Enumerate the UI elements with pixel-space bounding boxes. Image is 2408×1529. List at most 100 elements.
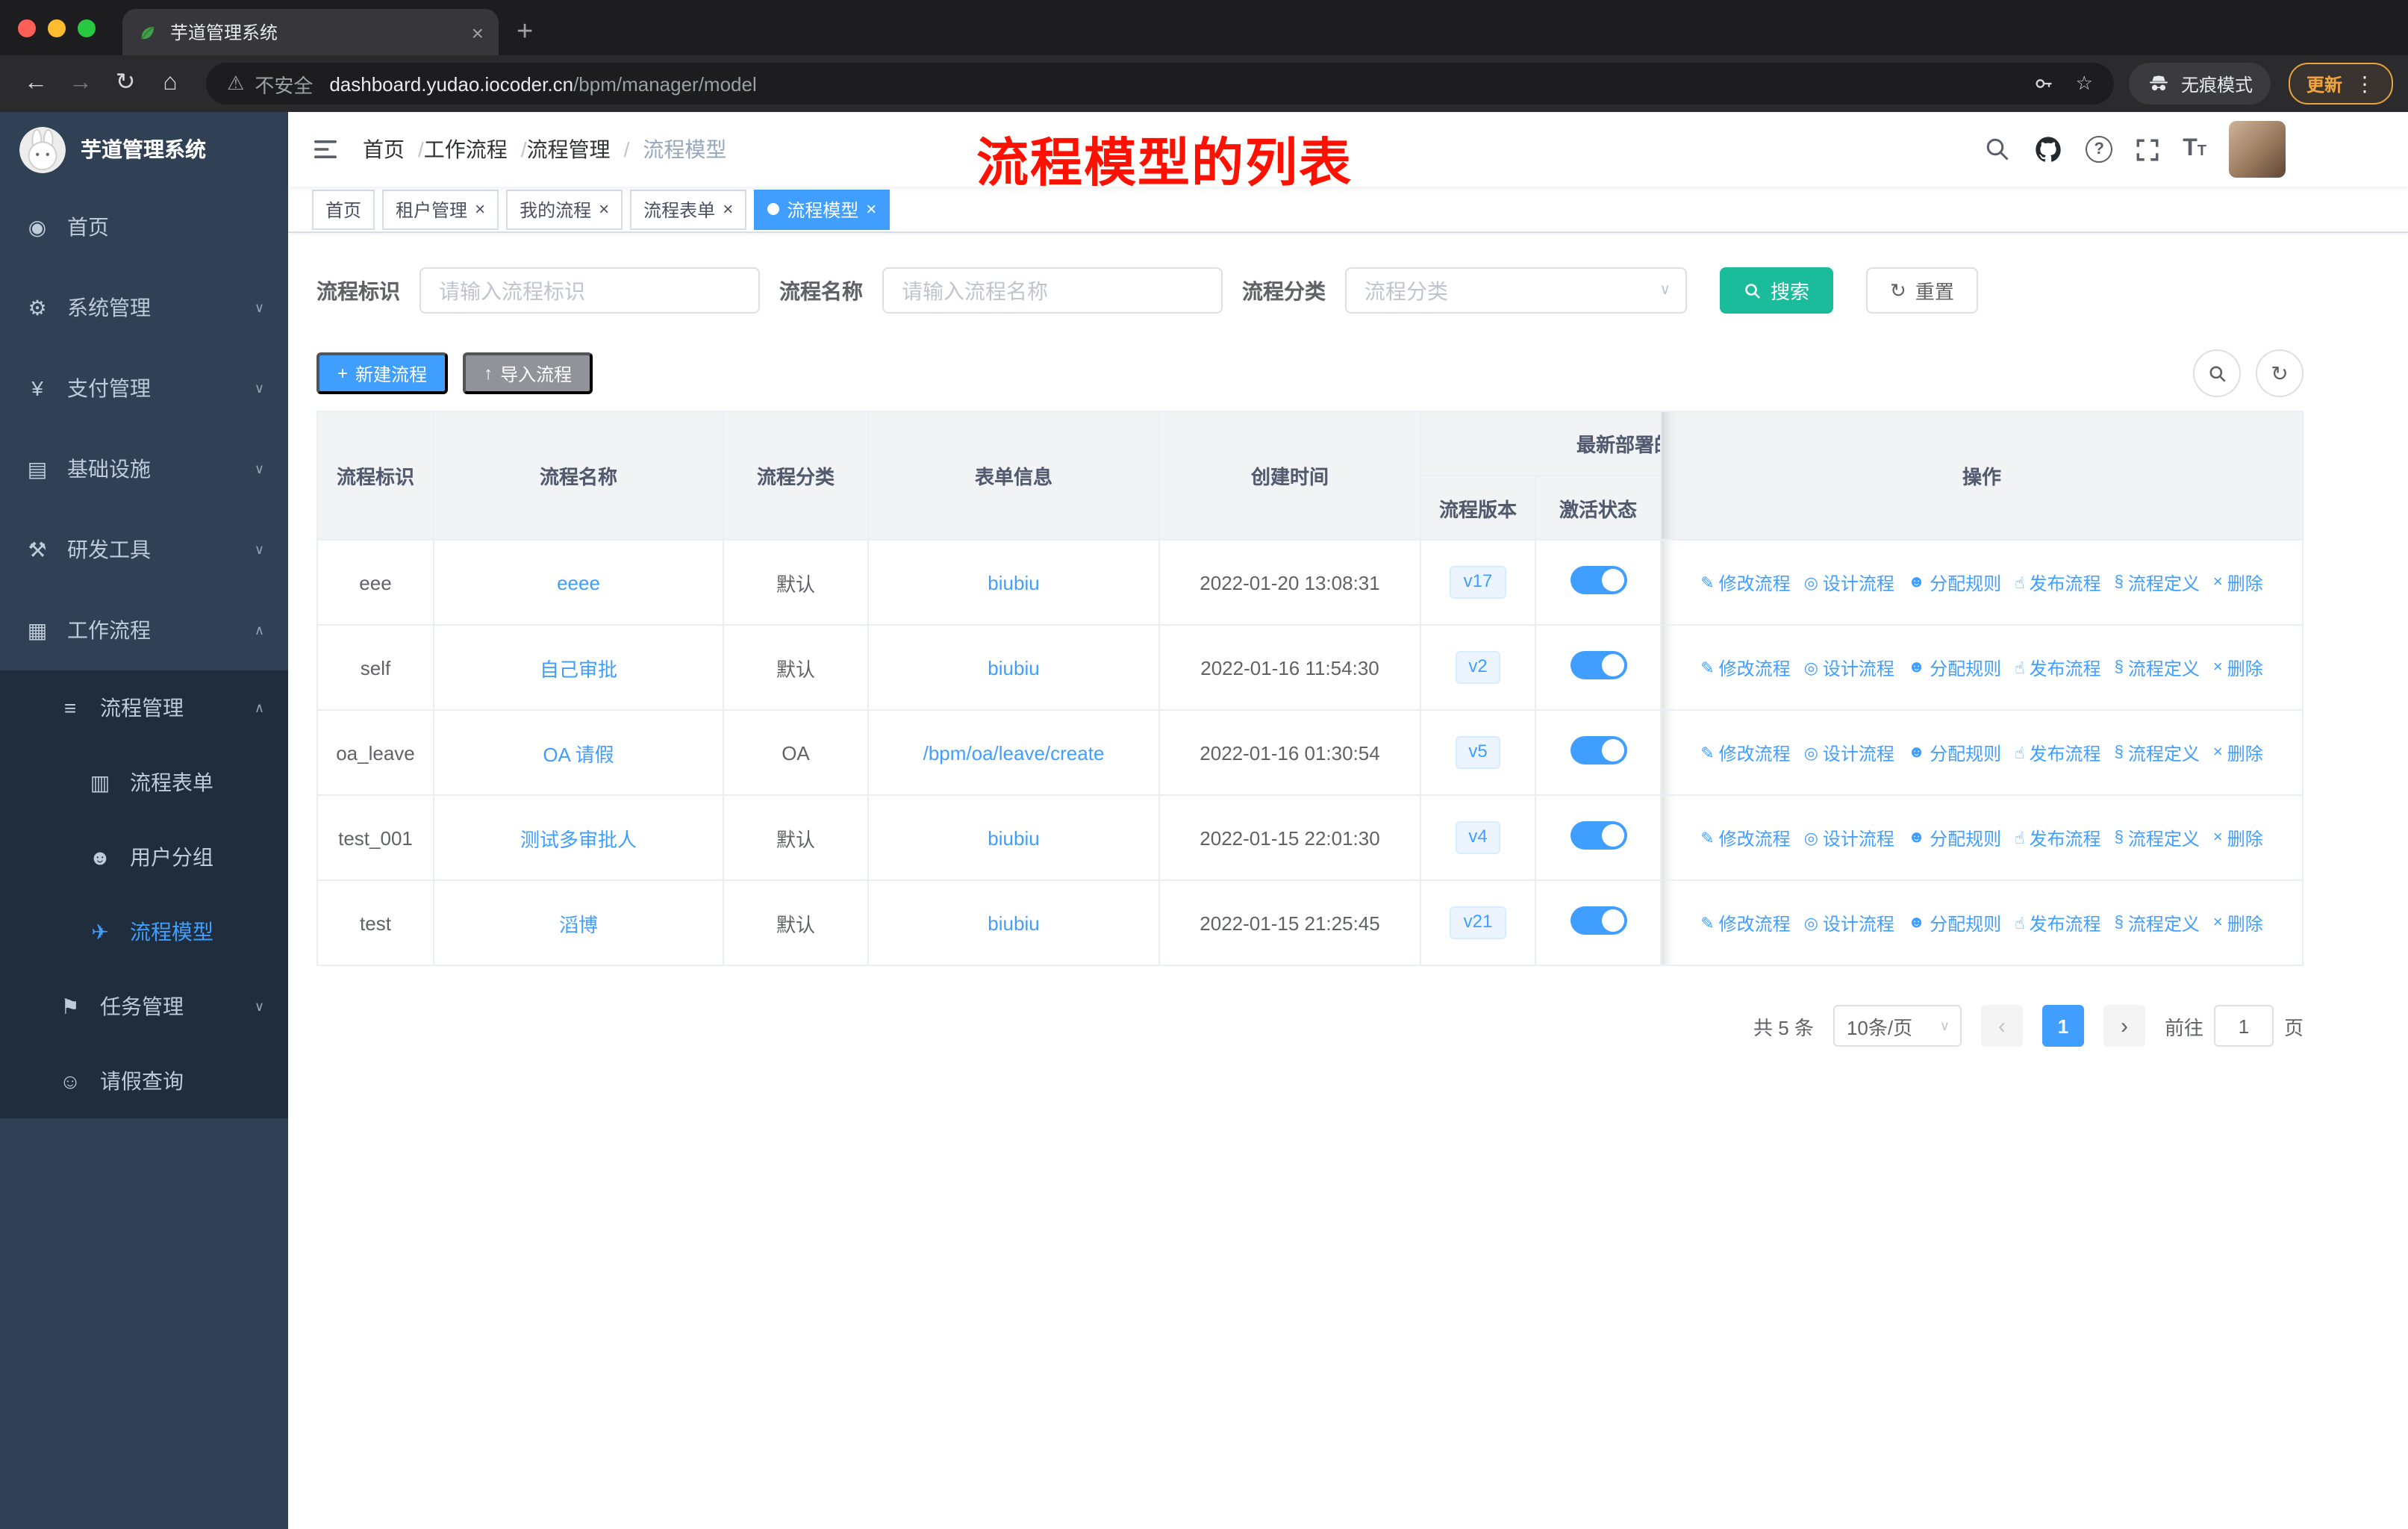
active-toggle[interactable] — [1570, 736, 1626, 764]
active-toggle[interactable] — [1570, 651, 1626, 679]
sidebar-item[interactable]: ◉ 首页 — [0, 187, 288, 267]
goto-page-input[interactable] — [2213, 1005, 2274, 1047]
sidebar-item[interactable]: ▦ 工作流程 ∧ — [0, 590, 288, 670]
sidebar-item[interactable]: ▤ 基础设施 ∨ — [0, 429, 288, 509]
toggle-search-button[interactable] — [2193, 349, 2241, 397]
sidebar-item-user-group[interactable]: ☻ 用户分组 — [0, 820, 288, 894]
form-info-link[interactable]: /bpm/oa/leave/create — [923, 741, 1105, 764]
sidebar-item[interactable]: ⚒ 研发工具 ∨ — [0, 509, 288, 590]
publish-flow-link[interactable]: ☝ 发布流程 — [2015, 825, 2100, 850]
design-flow-link[interactable]: ◎ 设计流程 — [1804, 910, 1894, 935]
browser-menu-icon[interactable]: ⋮ — [2354, 71, 2375, 96]
key-icon[interactable] — [2034, 73, 2055, 94]
new-tab-button[interactable]: + — [517, 18, 533, 46]
breadcrumb-link[interactable]: 首页 — [363, 134, 405, 164]
create-flow-button[interactable]: + 新建流程 — [316, 352, 449, 394]
tag-close-icon[interactable]: × — [723, 200, 733, 218]
home-icon[interactable]: ⌂ — [149, 71, 191, 96]
modify-flow-link[interactable]: ✎ 修改流程 — [1700, 825, 1790, 850]
publish-flow-link[interactable]: ☝ 发布流程 — [2015, 570, 2100, 595]
update-button[interactable]: 更新 ⋮ — [2288, 63, 2393, 105]
address-bar[interactable]: ⚠ 不安全 dashboard.yudao.iocoder.cn/bpm/man… — [206, 63, 2114, 105]
sidebar-item-process-management[interactable]: ≡ 流程管理 ∧ — [0, 670, 288, 745]
breadcrumb-link[interactable]: 工作流程 — [424, 134, 508, 164]
modify-flow-link[interactable]: ✎ 修改流程 — [1700, 570, 1790, 595]
process-name-link[interactable]: eeee — [557, 571, 600, 594]
assign-rule-link[interactable]: ☻ 分配规则 — [1908, 655, 2001, 680]
tag-item[interactable]: 流程表单 × — [630, 189, 747, 229]
sidebar-item[interactable]: ⚙ 系统管理 ∨ — [0, 267, 288, 348]
tab-close-icon[interactable]: × — [472, 22, 484, 43]
form-info-link[interactable]: biubiu — [988, 656, 1039, 679]
bookmark-star-icon[interactable]: ☆ — [2076, 72, 2093, 96]
window-zoom-button[interactable] — [78, 19, 96, 37]
process-name-link[interactable]: OA 请假 — [543, 743, 614, 765]
hamburger-icon[interactable] — [311, 136, 340, 163]
flow-definition-link[interactable]: § 流程定义 — [2115, 825, 2200, 850]
process-name-link[interactable]: 滔博 — [559, 913, 598, 935]
flow-definition-link[interactable]: § 流程定义 — [2115, 570, 2200, 595]
delete-link[interactable]: × 删除 — [2213, 740, 2263, 765]
assign-rule-link[interactable]: ☻ 分配规则 — [1908, 570, 2001, 595]
reload-icon[interactable]: ↻ — [105, 71, 146, 96]
flow-definition-link[interactable]: § 流程定义 — [2115, 910, 2200, 935]
delete-link[interactable]: × 删除 — [2213, 570, 2263, 595]
assign-rule-link[interactable]: ☻ 分配规则 — [1908, 825, 2001, 850]
active-toggle[interactable] — [1570, 906, 1626, 935]
help-icon[interactable]: ? — [2086, 136, 2113, 163]
process-category-select[interactable]: 流程分类 ∨ — [1345, 267, 1687, 314]
delete-link[interactable]: × 删除 — [2213, 655, 2263, 680]
breadcrumb-link[interactable]: 流程管理 — [527, 134, 611, 164]
active-toggle[interactable] — [1570, 566, 1626, 594]
process-name-link[interactable]: 测试多审批人 — [520, 828, 637, 850]
window-close-button[interactable] — [18, 19, 36, 37]
sidebar-item-process-model[interactable]: ✈ 流程模型 — [0, 894, 288, 969]
form-info-link[interactable]: biubiu — [988, 912, 1039, 934]
tag-close-icon[interactable]: × — [599, 200, 609, 218]
design-flow-link[interactable]: ◎ 设计流程 — [1804, 740, 1894, 765]
assign-rule-link[interactable]: ☻ 分配规则 — [1908, 740, 2001, 765]
sidebar-item-task-management[interactable]: ⚑ 任务管理 ∨ — [0, 969, 288, 1044]
reset-button[interactable]: ↻ 重置 — [1866, 267, 1978, 314]
font-size-icon[interactable]: TT — [2183, 137, 2206, 161]
modify-flow-link[interactable]: ✎ 修改流程 — [1700, 740, 1790, 765]
next-page-button[interactable]: › — [2103, 1005, 2145, 1047]
publish-flow-link[interactable]: ☝ 发布流程 — [2015, 910, 2100, 935]
assign-rule-link[interactable]: ☻ 分配规则 — [1908, 910, 2001, 935]
publish-flow-link[interactable]: ☝ 发布流程 — [2015, 655, 2100, 680]
tag-item[interactable]: 我的流程 × — [506, 189, 623, 229]
modify-flow-link[interactable]: ✎ 修改流程 — [1700, 655, 1790, 680]
prev-page-button[interactable]: ‹ — [1980, 1005, 2023, 1047]
modify-flow-link[interactable]: ✎ 修改流程 — [1700, 910, 1790, 935]
current-page-button[interactable]: 1 — [2042, 1005, 2084, 1047]
import-flow-button[interactable]: ↑ 导入流程 — [463, 352, 593, 394]
process-name-link[interactable]: 自己审批 — [540, 658, 617, 680]
tag-item[interactable]: 租户管理 × — [382, 189, 499, 229]
process-name-input[interactable] — [882, 267, 1223, 314]
window-minimize-button[interactable] — [48, 19, 66, 37]
delete-link[interactable]: × 删除 — [2213, 825, 2263, 850]
fullscreen-icon[interactable] — [2135, 137, 2160, 162]
form-info-link[interactable]: biubiu — [988, 826, 1039, 849]
publish-flow-link[interactable]: ☝ 发布流程 — [2015, 740, 2100, 765]
delete-link[interactable]: × 删除 — [2213, 910, 2263, 935]
tag-item[interactable]: 首页 — [312, 189, 375, 229]
refresh-button[interactable]: ↻ — [2256, 349, 2303, 397]
form-info-link[interactable]: biubiu — [988, 571, 1039, 594]
flow-definition-link[interactable]: § 流程定义 — [2115, 655, 2200, 680]
sidebar-item-process-form[interactable]: ▥ 流程表单 — [0, 745, 288, 820]
process-id-input[interactable] — [419, 267, 760, 314]
active-toggle[interactable] — [1570, 821, 1626, 850]
design-flow-link[interactable]: ◎ 设计流程 — [1804, 655, 1894, 680]
github-icon[interactable] — [2033, 134, 2063, 164]
search-button[interactable]: 搜索 — [1720, 267, 1834, 314]
flow-definition-link[interactable]: § 流程定义 — [2115, 740, 2200, 765]
page-size-select[interactable]: 10条/页 ∨ — [1832, 1005, 1962, 1047]
search-icon[interactable] — [1984, 136, 2011, 163]
forward-icon[interactable]: → — [60, 71, 102, 96]
back-icon[interactable]: ← — [15, 71, 57, 96]
sidebar-item-leave-query[interactable]: ☺ 请假查询 — [0, 1044, 288, 1118]
tag-item[interactable]: 流程模型 × — [754, 189, 890, 229]
design-flow-link[interactable]: ◎ 设计流程 — [1804, 825, 1894, 850]
design-flow-link[interactable]: ◎ 设计流程 — [1804, 570, 1894, 595]
